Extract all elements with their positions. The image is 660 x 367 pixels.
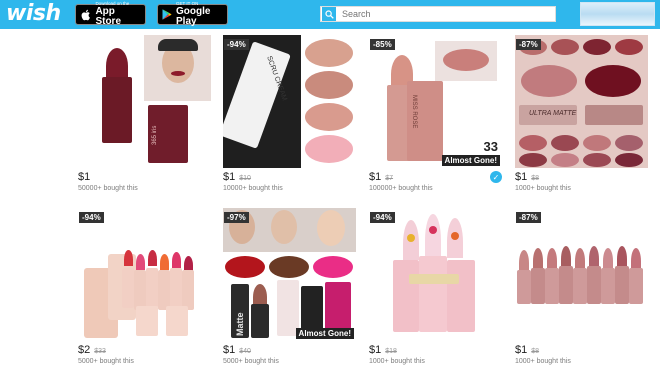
discount-badge: -87% bbox=[516, 212, 541, 223]
tube-label: 365 iris bbox=[152, 125, 158, 145]
bought-count: 1000+ bought this bbox=[369, 358, 425, 365]
original-price: $7 bbox=[385, 175, 394, 182]
original-price: $18 bbox=[385, 348, 397, 355]
discount-badge: -94% bbox=[79, 212, 104, 223]
price-row: $1 bbox=[78, 171, 94, 183]
discount-badge: -94% bbox=[370, 212, 395, 223]
app-store-label: App Store bbox=[95, 5, 121, 27]
price: $1 bbox=[223, 171, 236, 183]
almost-gone-badge: Almost Gone! bbox=[441, 155, 500, 166]
product-card[interactable]: -87% $1 $8 1000+ bought this bbox=[515, 208, 648, 367]
price-row: $1 $8 bbox=[515, 171, 539, 183]
product-card[interactable]: SCRU CREAM -94% $1 $10 10000+ bought this bbox=[223, 35, 356, 195]
original-price: $8 bbox=[531, 348, 540, 355]
product-card[interactable]: 365 iris $1 50000+ bought this bbox=[78, 35, 211, 195]
google-play-icon bbox=[162, 8, 172, 22]
price: $1 bbox=[369, 344, 382, 356]
price-row: $1 $10 bbox=[223, 171, 251, 183]
account-banner-image[interactable] bbox=[580, 2, 655, 26]
product-image[interactable]: MISS ROSE -85% 33 Almost Gone! bbox=[369, 35, 502, 168]
google-play-label: Google Play bbox=[176, 5, 211, 27]
price: $2 bbox=[78, 344, 91, 356]
top-navigation-bar: wish Download on the App Store GET IT ON… bbox=[0, 0, 660, 29]
price: $1 bbox=[223, 344, 236, 356]
discount-badge: -85% bbox=[370, 39, 395, 50]
bought-count: 50000+ bought this bbox=[78, 185, 138, 192]
product-image[interactable]: -87% bbox=[515, 208, 648, 341]
original-price: $10 bbox=[239, 175, 251, 182]
product-card[interactable]: -94% $2 $33 5000+ bought this bbox=[78, 208, 211, 367]
discount-badge: -97% bbox=[224, 212, 249, 223]
tube-label: Matte bbox=[235, 312, 245, 336]
tube-label: ULTRA MATTE bbox=[529, 110, 577, 117]
stock-count: 33 bbox=[483, 139, 498, 154]
product-image[interactable]: -94% bbox=[78, 208, 211, 341]
price-row: $1 $40 bbox=[223, 344, 251, 356]
product-card[interactable]: ULTRA MATTE -87% $1 $8 1000+ bought this bbox=[515, 35, 648, 195]
original-price: $33 bbox=[94, 348, 106, 355]
bought-count: 1000+ bought this bbox=[515, 185, 571, 192]
product-image[interactable]: ULTRA MATTE -87% bbox=[515, 35, 648, 168]
original-price: $40 bbox=[239, 348, 251, 355]
search-bar[interactable] bbox=[320, 6, 556, 22]
product-image[interactable]: -94% bbox=[369, 208, 502, 341]
bought-count: 5000+ bought this bbox=[223, 358, 279, 365]
search-input[interactable] bbox=[336, 7, 536, 21]
original-price: $8 bbox=[531, 175, 540, 182]
price-row: $1 $7 bbox=[369, 171, 393, 183]
product-image[interactable]: Matte -97% Almost Gone! bbox=[223, 208, 356, 341]
bought-count: 5000+ bought this bbox=[78, 358, 134, 365]
apple-icon bbox=[80, 8, 91, 22]
product-card[interactable]: MISS ROSE -85% 33 Almost Gone! $1 $7 ✓ 10… bbox=[369, 35, 502, 195]
google-play-badge[interactable]: GET IT ON Google Play bbox=[157, 2, 228, 27]
product-card[interactable]: Matte -97% Almost Gone! $1 $40 5000+ boug… bbox=[223, 208, 356, 367]
product-card[interactable]: -94% $1 $18 1000+ bought this bbox=[369, 208, 502, 367]
price-row: $2 $33 bbox=[78, 344, 106, 356]
bought-count: 100000+ bought this bbox=[369, 185, 433, 192]
price: $1 bbox=[515, 171, 528, 183]
bought-count: 10000+ bought this bbox=[223, 185, 283, 192]
verified-check-icon: ✓ bbox=[490, 171, 502, 183]
discount-badge: -94% bbox=[224, 39, 249, 50]
tube-label: MISS ROSE bbox=[411, 95, 417, 129]
product-image[interactable]: SCRU CREAM -94% bbox=[223, 35, 356, 168]
bought-count: 1000+ bought this bbox=[515, 358, 571, 365]
discount-badge: -87% bbox=[516, 39, 541, 50]
almost-gone-badge: Almost Gone! bbox=[295, 328, 354, 339]
wish-logo[interactable]: wish bbox=[6, 1, 61, 26]
price-row: $1 $8 bbox=[515, 344, 539, 356]
app-store-badge[interactable]: Download on the App Store bbox=[75, 2, 146, 27]
product-image[interactable]: 365 iris bbox=[78, 35, 211, 168]
search-icon[interactable] bbox=[322, 7, 336, 21]
price: $1 bbox=[369, 171, 382, 183]
price: $1 bbox=[78, 171, 91, 183]
price: $1 bbox=[515, 344, 528, 356]
price-row: $1 $18 bbox=[369, 344, 397, 356]
